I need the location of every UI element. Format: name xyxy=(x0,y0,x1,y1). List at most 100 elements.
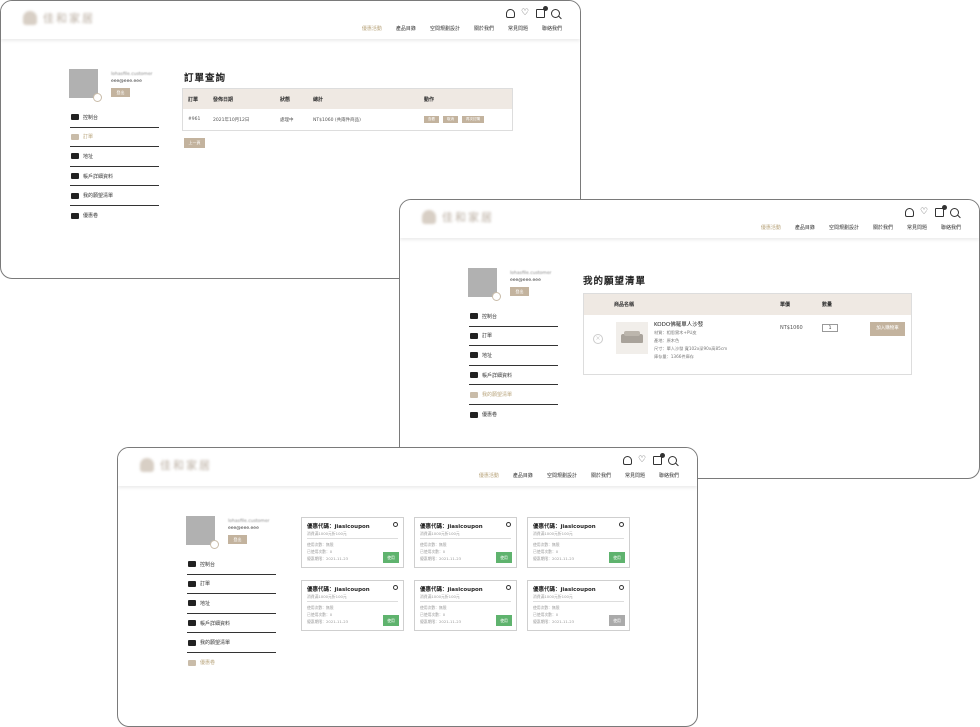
cart-icon[interactable] xyxy=(935,205,947,217)
menu-item-account-details[interactable]: 帳戶詳細資料 xyxy=(70,167,159,187)
divider xyxy=(420,601,511,602)
profile-name: lohasfile.customer xyxy=(111,72,153,77)
use-coupon-button[interactable]: 使用 xyxy=(383,552,399,563)
copy-icon[interactable] xyxy=(393,522,398,527)
heart-icon xyxy=(470,391,478,398)
site-logo[interactable]: 佳和家居 xyxy=(140,457,212,473)
reorder-button[interactable]: 再次訂購 xyxy=(462,116,484,123)
copy-icon[interactable] xyxy=(506,522,511,527)
logout-button[interactable]: 登出 xyxy=(510,287,529,296)
camera-icon[interactable] xyxy=(492,292,501,301)
coupon-card: 優惠代碼：jiasicoupon 消費滿1000元折100元 使用次數：無限 已使… xyxy=(414,580,517,631)
coupon-card: 優惠代碼：jiasicoupon 消費滿1000元折100元 使用次數：無限 已使… xyxy=(527,517,630,568)
logout-button[interactable]: 登出 xyxy=(111,88,130,97)
camera-icon[interactable] xyxy=(93,93,102,102)
heart-icon xyxy=(188,639,196,646)
copy-icon[interactable] xyxy=(619,585,624,590)
main-nav: 優惠活動 產品目錄 空間規劃設計 關於我們 常見問題 聯絡我們 xyxy=(761,224,961,231)
coupon-card: 優惠代碼：jiasicoupon 消費滿1000元折100元 使用次數：無限 已使… xyxy=(301,580,404,631)
menu-item-account-details[interactable]: 帳戶詳細資料 xyxy=(187,614,276,634)
heart-icon[interactable]: ♡ xyxy=(521,9,530,18)
avatar[interactable] xyxy=(69,69,102,102)
heart-icon[interactable]: ♡ xyxy=(638,456,647,465)
nav-about[interactable]: 關於我們 xyxy=(591,472,611,479)
logout-button[interactable]: 登出 xyxy=(228,535,247,544)
nav-contact[interactable]: 聯絡我們 xyxy=(542,25,562,32)
site-header: 佳和家居 ♡ 優惠活動 產品目錄 空間規劃設計 關於我們 常見問題 聯絡我們 xyxy=(400,200,979,238)
trash-icon xyxy=(71,133,79,140)
nav-faq[interactable]: 常見問題 xyxy=(907,224,927,231)
remove-item-button[interactable]: × xyxy=(593,334,603,344)
nav-faq[interactable]: 常見問題 xyxy=(508,25,528,32)
logo-mark-icon xyxy=(23,11,37,25)
nav-about[interactable]: 關於我們 xyxy=(474,25,494,32)
menu-item-wishlist[interactable]: 我的願望清單 xyxy=(70,186,159,206)
menu-item-orders[interactable]: 訂單 xyxy=(469,327,558,347)
nav-contact[interactable]: 聯絡我們 xyxy=(659,472,679,479)
add-to-cart-button[interactable]: 加入購物車 xyxy=(870,322,905,336)
nav-products[interactable]: 產品目錄 xyxy=(795,224,815,231)
profile-name: lohasfile.customer xyxy=(228,519,270,524)
copy-icon[interactable] xyxy=(393,585,398,590)
menu-item-wishlist[interactable]: 我的願望清單 xyxy=(469,385,558,405)
user-icon[interactable] xyxy=(623,456,632,465)
menu-item-address[interactable]: 地址 xyxy=(187,594,276,614)
profile-email: eee@eee.eee xyxy=(111,79,142,84)
nav-promotions[interactable]: 優惠活動 xyxy=(362,25,382,32)
divider xyxy=(307,601,398,602)
site-logo[interactable]: 佳和家居 xyxy=(23,10,95,26)
avatar[interactable] xyxy=(186,516,219,549)
menu-item-coupons[interactable]: 優惠卷 xyxy=(70,206,159,226)
cart-icon[interactable] xyxy=(536,6,548,18)
nav-about[interactable]: 關於我們 xyxy=(873,224,893,231)
menu-item-coupons[interactable]: 優惠卷 xyxy=(187,653,276,673)
quantity-input[interactable]: 1 xyxy=(822,324,838,332)
use-coupon-button[interactable]: 使用 xyxy=(383,615,399,626)
heart-icon[interactable]: ♡ xyxy=(920,208,929,217)
nav-space-design[interactable]: 空間規劃設計 xyxy=(430,25,460,32)
use-coupon-button[interactable]: 使用 xyxy=(609,552,625,563)
menu-item-coupons[interactable]: 優惠卷 xyxy=(469,405,558,425)
site-logo[interactable]: 佳和家居 xyxy=(422,209,494,225)
profile-email: eee@eee.eee xyxy=(228,526,259,531)
nav-promotions[interactable]: 優惠活動 xyxy=(761,224,781,231)
search-icon[interactable] xyxy=(950,208,959,217)
cancel-order-button[interactable]: 取消 xyxy=(443,116,458,123)
menu-item-address[interactable]: 地址 xyxy=(469,346,558,366)
menu-item-dashboard[interactable]: 控制台 xyxy=(70,108,159,128)
menu-item-wishlist[interactable]: 我的願望清單 xyxy=(187,633,276,653)
avatar[interactable] xyxy=(468,268,501,301)
menu-item-address[interactable]: 地址 xyxy=(70,147,159,167)
use-coupon-button[interactable]: 使用 xyxy=(496,615,512,626)
menu-item-dashboard[interactable]: 控制台 xyxy=(187,555,276,575)
nav-space-design[interactable]: 空間規劃設計 xyxy=(829,224,859,231)
copy-icon[interactable] xyxy=(619,522,624,527)
product-name[interactable]: KODO佛羅單人沙發 xyxy=(654,320,703,328)
user-icon[interactable] xyxy=(905,208,914,217)
nav-space-design[interactable]: 空間規劃設計 xyxy=(547,472,577,479)
menu-item-orders[interactable]: 訂單 xyxy=(187,575,276,595)
menu-item-dashboard[interactable]: 控制台 xyxy=(469,307,558,327)
nav-products[interactable]: 產品目錄 xyxy=(513,472,533,479)
search-icon[interactable] xyxy=(551,9,560,18)
copy-icon[interactable] xyxy=(506,585,511,590)
id-card-icon xyxy=(188,620,196,627)
user-icon[interactable] xyxy=(506,9,515,18)
nav-contact[interactable]: 聯絡我們 xyxy=(941,224,961,231)
camera-icon[interactable] xyxy=(210,540,219,549)
account-menu: 控制台 訂單 地址 帳戶詳細資料 我的願望清單 優惠卷 xyxy=(70,108,159,226)
product-image[interactable] xyxy=(616,322,648,354)
cart-icon[interactable] xyxy=(653,453,665,465)
main-nav: 優惠活動 產品目錄 空間規劃設計 關於我們 常見問題 聯絡我們 xyxy=(362,25,562,32)
nav-promotions[interactable]: 優惠活動 xyxy=(479,472,499,479)
search-icon[interactable] xyxy=(668,456,677,465)
view-order-button[interactable]: 查看 xyxy=(424,116,439,123)
back-button[interactable]: 上一頁 xyxy=(184,138,205,148)
use-coupon-button[interactable]: 使用 xyxy=(496,552,512,563)
menu-item-orders[interactable]: 訂單 xyxy=(70,128,159,148)
account-menu: 控制台 訂單 地址 帳戶詳細資料 我的願望清單 優惠卷 xyxy=(469,307,558,425)
nav-faq[interactable]: 常見問題 xyxy=(625,472,645,479)
menu-item-account-details[interactable]: 帳戶詳細資料 xyxy=(469,366,558,386)
header-icons: ♡ xyxy=(506,6,560,18)
nav-products[interactable]: 產品目錄 xyxy=(396,25,416,32)
